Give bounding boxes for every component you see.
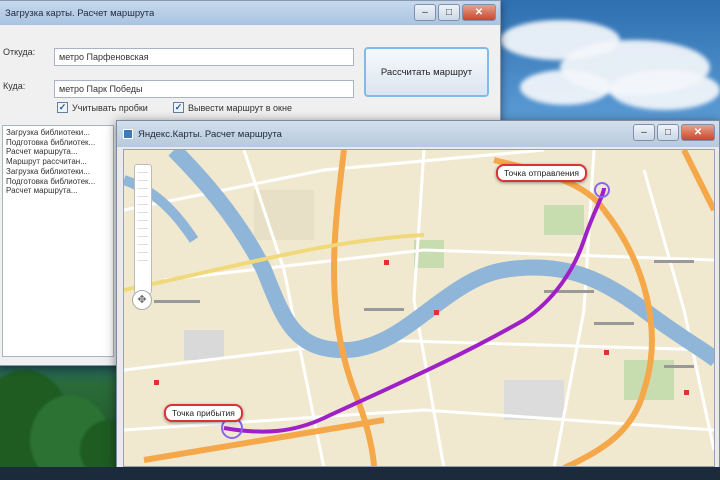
log-textbox[interactable]: Загрузка библиотеки... Подготовка библио… xyxy=(2,125,114,357)
map-window-title: Яндекс.Карты. Расчет маршрута xyxy=(138,128,282,140)
map-view[interactable]: ✥ Точка отправления Точка прибытия xyxy=(123,149,715,467)
start-point-callout: Точка отправления xyxy=(496,164,588,182)
minimize-button[interactable]: – xyxy=(414,4,436,21)
app-icon xyxy=(123,129,133,139)
log-line: Маршрут рассчитан... xyxy=(6,157,87,167)
traffic-checkbox[interactable]: ✓ Учитывать пробки xyxy=(57,102,148,113)
map-maximize-button[interactable]: □ xyxy=(657,124,679,141)
main-window-title: Загрузка карты. Расчет маршрута xyxy=(5,7,155,19)
show-in-window-checkbox[interactable]: ✓ Вывести маршрут в окне xyxy=(173,102,292,113)
to-input[interactable]: метро Парк Победы xyxy=(54,80,354,98)
traffic-checkbox-label: Учитывать пробки xyxy=(72,102,148,113)
main-window-titlebar[interactable]: Загрузка карты. Расчет маршрута – □ ✕ xyxy=(0,1,500,25)
zoom-slider[interactable] xyxy=(134,164,152,294)
checkmark-icon: ✓ xyxy=(57,102,68,113)
to-label: Куда: xyxy=(3,81,26,91)
map-window: Яндекс.Карты. Расчет маршрута – □ ✕ ✥ То… xyxy=(116,120,720,470)
block-area xyxy=(254,190,314,240)
log-line: Подготовка библиотек... xyxy=(6,137,96,147)
from-label: Откуда: xyxy=(3,47,36,57)
from-input[interactable]: метро Парфеновская xyxy=(54,48,354,66)
map-window-titlebar[interactable]: Яндекс.Карты. Расчет маршрута – □ ✕ xyxy=(117,121,719,147)
industrial-area xyxy=(184,330,224,360)
log-line: Загрузка библиотеки... xyxy=(6,128,90,137)
show-in-window-checkbox-label: Вывести маршрут в окне xyxy=(188,102,292,113)
log-line: Подготовка библиотек... xyxy=(6,176,96,186)
checkmark-icon: ✓ xyxy=(173,102,184,113)
close-button[interactable]: ✕ xyxy=(462,4,496,21)
industrial-area xyxy=(504,380,564,420)
park-area xyxy=(544,205,584,235)
log-line: Загрузка библиотеки... xyxy=(6,166,90,176)
log-line: Расчет маршрута... xyxy=(6,147,78,157)
pan-control-icon[interactable]: ✥ xyxy=(132,290,152,310)
calculate-route-button[interactable]: Рассчитать маршрут xyxy=(364,47,489,97)
maximize-button[interactable]: □ xyxy=(438,4,460,21)
taskbar xyxy=(0,467,720,480)
map-close-button[interactable]: ✕ xyxy=(681,124,715,141)
log-line: Расчет маршрута... xyxy=(6,186,78,196)
map-minimize-button[interactable]: – xyxy=(633,124,655,141)
end-point-callout: Точка прибытия xyxy=(164,404,243,422)
